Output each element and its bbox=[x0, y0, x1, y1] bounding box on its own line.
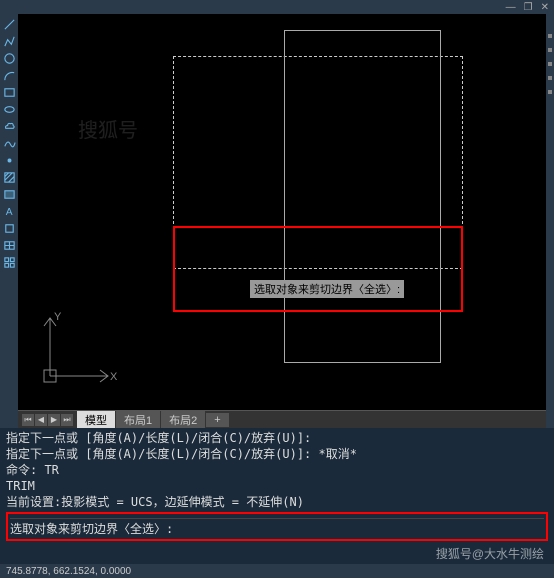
cmd-history-line: 指定下一点或 [角度(A)/长度(L)/闭合(C)/放弃(U)]: bbox=[6, 430, 548, 446]
status-bar: 745.8778, 662.1524, 0.0000 bbox=[0, 564, 554, 578]
cmd-history-line: 当前设置:投影模式 = UCS，边延伸模式 = 不延伸(N) bbox=[6, 494, 548, 510]
polyline-tool-icon[interactable] bbox=[2, 34, 16, 48]
right-panel-strip bbox=[546, 14, 554, 428]
tab-add[interactable]: + bbox=[206, 413, 228, 427]
tab-next-icon[interactable]: ▶ bbox=[48, 414, 60, 426]
text-tool-icon[interactable]: A bbox=[2, 204, 16, 218]
drawing-canvas[interactable]: 选取对象来剪切边界〈全选〉: X Y 搜狐号 bbox=[18, 14, 546, 428]
circle-tool-icon[interactable] bbox=[2, 51, 16, 65]
cmd-history-line: TRIM bbox=[6, 478, 548, 494]
close-button[interactable]: ✕ bbox=[541, 2, 549, 13]
ucs-y-label: Y bbox=[54, 311, 62, 323]
ellipse-tool-icon[interactable] bbox=[2, 102, 16, 116]
table-tool-icon[interactable] bbox=[2, 238, 16, 252]
svg-text:A: A bbox=[5, 207, 12, 218]
tab-layout1[interactable]: 布局1 bbox=[116, 411, 160, 429]
line-tool-icon[interactable] bbox=[2, 17, 16, 31]
hatch-tool-icon[interactable] bbox=[2, 170, 16, 184]
point-tool-icon[interactable] bbox=[2, 153, 16, 167]
tab-layout2[interactable]: 布局2 bbox=[161, 411, 205, 429]
spline-tool-icon[interactable] bbox=[2, 136, 16, 150]
minimize-button[interactable]: — bbox=[506, 2, 516, 13]
left-toolbar: A bbox=[0, 14, 18, 428]
rectangle-tool-icon[interactable] bbox=[2, 85, 16, 99]
watermark-center: 搜狐号 bbox=[78, 114, 138, 143]
highlight-box-canvas bbox=[173, 226, 463, 312]
cloud-tool-icon[interactable] bbox=[2, 119, 16, 133]
tab-last-icon[interactable]: ⏭ bbox=[61, 414, 73, 426]
tab-first-icon[interactable]: ⏮ bbox=[22, 414, 34, 426]
command-input[interactable]: 选取对象来剪切边界〈全选〉: bbox=[10, 518, 544, 537]
command-panel: 指定下一点或 [角度(A)/长度(L)/闭合(C)/放弃(U)]: 指定下一点或… bbox=[0, 428, 554, 564]
cmd-history-line: 命令: TR bbox=[6, 462, 548, 478]
tabs-bar: ⏮ ◀ ▶ ⏭ 模型 布局1 布局2 + bbox=[18, 410, 546, 428]
block-tool-icon[interactable] bbox=[2, 221, 16, 235]
tab-prev-icon[interactable]: ◀ bbox=[35, 414, 47, 426]
restore-button[interactable]: ❐ bbox=[524, 2, 533, 13]
cursor-tooltip: 选取对象来剪切边界〈全选〉: bbox=[250, 280, 404, 298]
grid-tool-icon[interactable] bbox=[2, 255, 16, 269]
ucs-x-label: X bbox=[110, 371, 118, 383]
cmd-history-line: 指定下一点或 [角度(A)/长度(L)/闭合(C)/放弃(U)]: *取消* bbox=[6, 446, 548, 462]
cursor-coordinates: 745.8778, 662.1524, 0.0000 bbox=[6, 566, 131, 577]
tab-model[interactable]: 模型 bbox=[77, 411, 115, 429]
region-tool-icon[interactable] bbox=[2, 187, 16, 201]
highlight-box-command: 选取对象来剪切边界〈全选〉: bbox=[6, 512, 548, 541]
ucs-icon: X Y bbox=[38, 308, 118, 388]
arc-tool-icon[interactable] bbox=[2, 68, 16, 82]
drawn-rectangle bbox=[284, 30, 441, 363]
